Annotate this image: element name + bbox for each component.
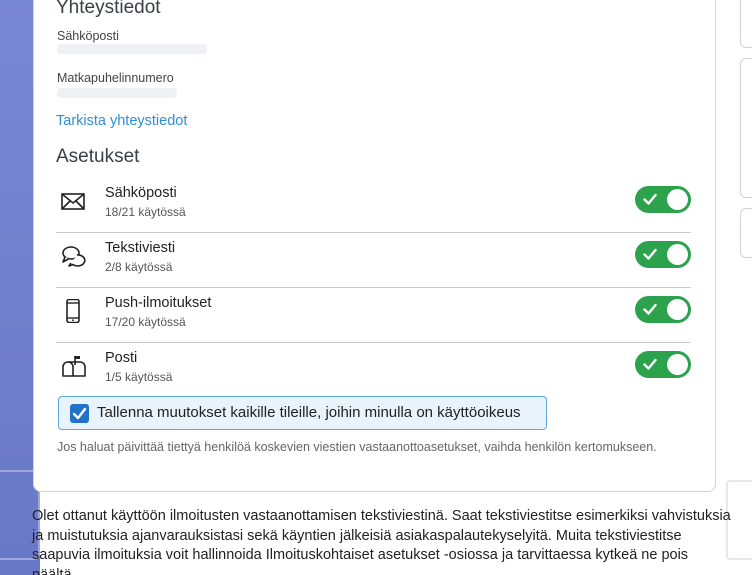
setting-name: Posti	[105, 350, 138, 366]
checkmark-icon	[72, 407, 87, 420]
setting-row-email: Sähköposti 18/21 käytössä	[56, 178, 691, 233]
setting-count: 17/20 käytössä	[105, 315, 186, 329]
email-field-label: Sähköposti	[57, 29, 119, 43]
background-right-panel	[716, 0, 752, 575]
mobile-phone-icon	[60, 298, 86, 324]
toggle-knob	[667, 244, 688, 265]
mailbox-icon	[60, 354, 86, 378]
adjacent-card-edge	[740, 58, 752, 198]
sms-toggle[interactable]	[635, 241, 691, 268]
email-toggle[interactable]	[635, 186, 691, 213]
toggle-knob	[667, 299, 688, 320]
phone-value-redacted	[57, 88, 177, 98]
setting-count: 18/21 käytössä	[105, 205, 186, 219]
check-icon	[643, 303, 657, 315]
setting-row-push: Push-ilmoitukset 17/20 käytössä	[56, 288, 691, 343]
check-contact-info-link[interactable]: Tarkista yhteystiedot	[56, 113, 187, 129]
push-toggle[interactable]	[635, 296, 691, 323]
adjacent-card-edge	[740, 0, 752, 48]
setting-count: 2/8 käytössä	[105, 260, 173, 274]
envelope-icon	[60, 189, 86, 213]
sms-info-text: Olet ottanut käyttöön ilmoitusten vastaa…	[32, 508, 731, 575]
check-icon	[643, 193, 657, 205]
phone-field-label: Matkapuhelinnumero	[57, 71, 174, 85]
email-value-redacted	[57, 44, 207, 54]
save-all-label: Tallenna muutokset kaikille tileille, jo…	[97, 404, 521, 421]
setting-row-sms: Tekstiviesti 2/8 käytössä	[56, 233, 691, 288]
setting-name: Push-ilmoitukset	[105, 295, 212, 311]
settings-section-title: Asetukset	[56, 146, 140, 167]
setting-row-post: Posti 1/5 käytössä	[56, 343, 691, 398]
setting-name: Tekstiviesti	[105, 240, 176, 256]
adjacent-card-edge	[740, 208, 752, 258]
speech-bubbles-icon	[60, 244, 86, 268]
check-icon	[643, 358, 657, 370]
toggle-knob	[667, 189, 688, 210]
settings-note: Jos haluat päivittää tiettyä henkilöä ko…	[57, 440, 657, 454]
setting-count: 1/5 käytössä	[105, 370, 173, 384]
toggle-knob	[667, 354, 688, 375]
save-all-checkbox[interactable]	[70, 404, 89, 423]
save-all-accounts-option[interactable]: Tallenna muutokset kaikille tileille, jo…	[58, 396, 547, 430]
check-icon	[643, 248, 657, 260]
contact-section-title: Yhteystiedot	[56, 0, 161, 18]
setting-name: Sähköposti	[105, 185, 177, 201]
post-toggle[interactable]	[635, 351, 691, 378]
